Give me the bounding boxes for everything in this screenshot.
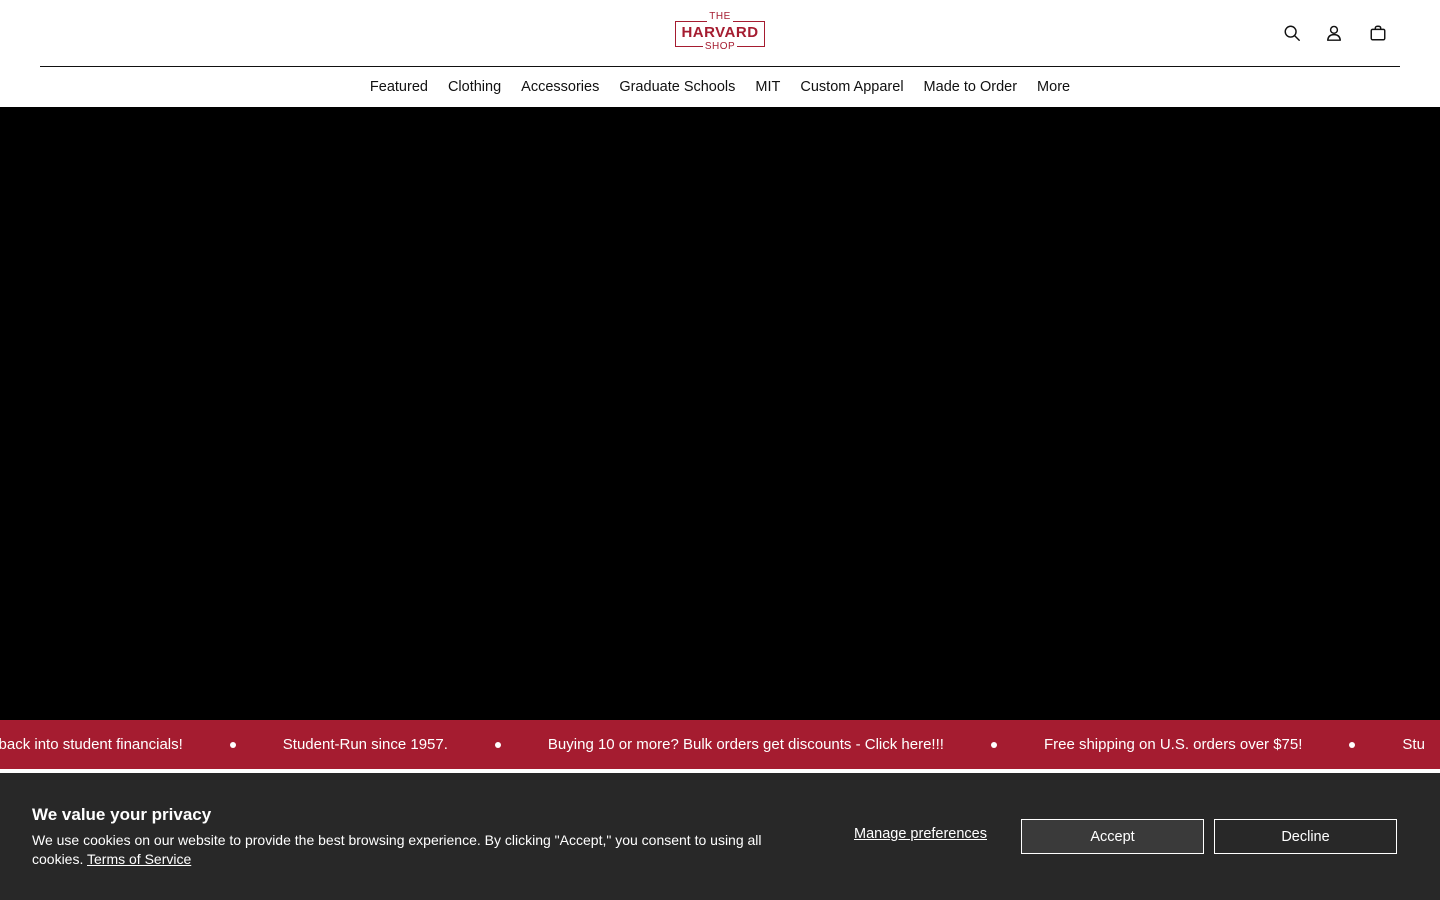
ticker-separator <box>990 741 997 748</box>
manage-preferences-link[interactable]: Manage preferences <box>854 826 987 842</box>
ticker-message[interactable]: Free shipping on U.S. orders over $75! <box>1044 736 1302 753</box>
site-header: THE HARVARD SHOP Featured Clothing Acces… <box>0 0 1440 107</box>
ticker-separator <box>494 741 501 748</box>
cookie-title: We value your privacy <box>32 805 212 824</box>
logo-line-shop: SHOP <box>702 41 738 52</box>
nav-item-graduate-schools[interactable]: Graduate Schools <box>619 79 735 95</box>
site-logo[interactable]: THE HARVARD SHOP <box>675 11 765 52</box>
announcement-ticker: o back into student financials! Student-… <box>0 720 1440 769</box>
decline-button[interactable]: Decline <box>1214 819 1397 854</box>
cart-button[interactable] <box>1367 22 1389 44</box>
header-topbar: THE HARVARD SHOP <box>40 0 1400 67</box>
nav-item-custom-apparel[interactable]: Custom Apparel <box>800 79 903 95</box>
cart-icon <box>1370 25 1386 41</box>
ticker-message[interactable]: Stu <box>1402 736 1425 753</box>
logo-line-the: THE <box>707 11 733 22</box>
search-button[interactable] <box>1281 22 1303 44</box>
hero-video[interactable] <box>0 107 1440 720</box>
nav-item-clothing[interactable]: Clothing <box>448 79 501 95</box>
account-button[interactable] <box>1323 22 1345 44</box>
main-nav: Featured Clothing Accessories Graduate S… <box>0 67 1440 107</box>
nav-item-accessories[interactable]: Accessories <box>521 79 599 95</box>
nav-item-more[interactable]: More <box>1037 79 1070 95</box>
account-icon <box>1326 25 1342 41</box>
ticker-message[interactable]: Student-Run since 1957. <box>283 736 448 753</box>
terms-of-service-link[interactable]: Terms of Service <box>87 851 191 867</box>
nav-item-featured[interactable]: Featured <box>370 79 428 95</box>
logo-line-harvard: HARVARD <box>681 24 759 41</box>
ticker-track: o back into student financials! Student-… <box>0 720 1425 769</box>
cookie-description: We use cookies on our website to provide… <box>32 831 772 869</box>
nav-item-mit[interactable]: MIT <box>755 79 780 95</box>
nav-item-made-to-order[interactable]: Made to Order <box>924 79 1018 95</box>
accept-button[interactable]: Accept <box>1021 819 1204 854</box>
ticker-message[interactable]: Buying 10 or more? Bulk orders get disco… <box>548 736 944 753</box>
ticker-separator <box>1349 741 1356 748</box>
ticker-message[interactable]: o back into student financials! <box>0 736 183 753</box>
search-icon <box>1284 25 1300 41</box>
ticker-separator <box>229 741 236 748</box>
cookie-banner: We value your privacy We use cookies on … <box>0 773 1440 900</box>
